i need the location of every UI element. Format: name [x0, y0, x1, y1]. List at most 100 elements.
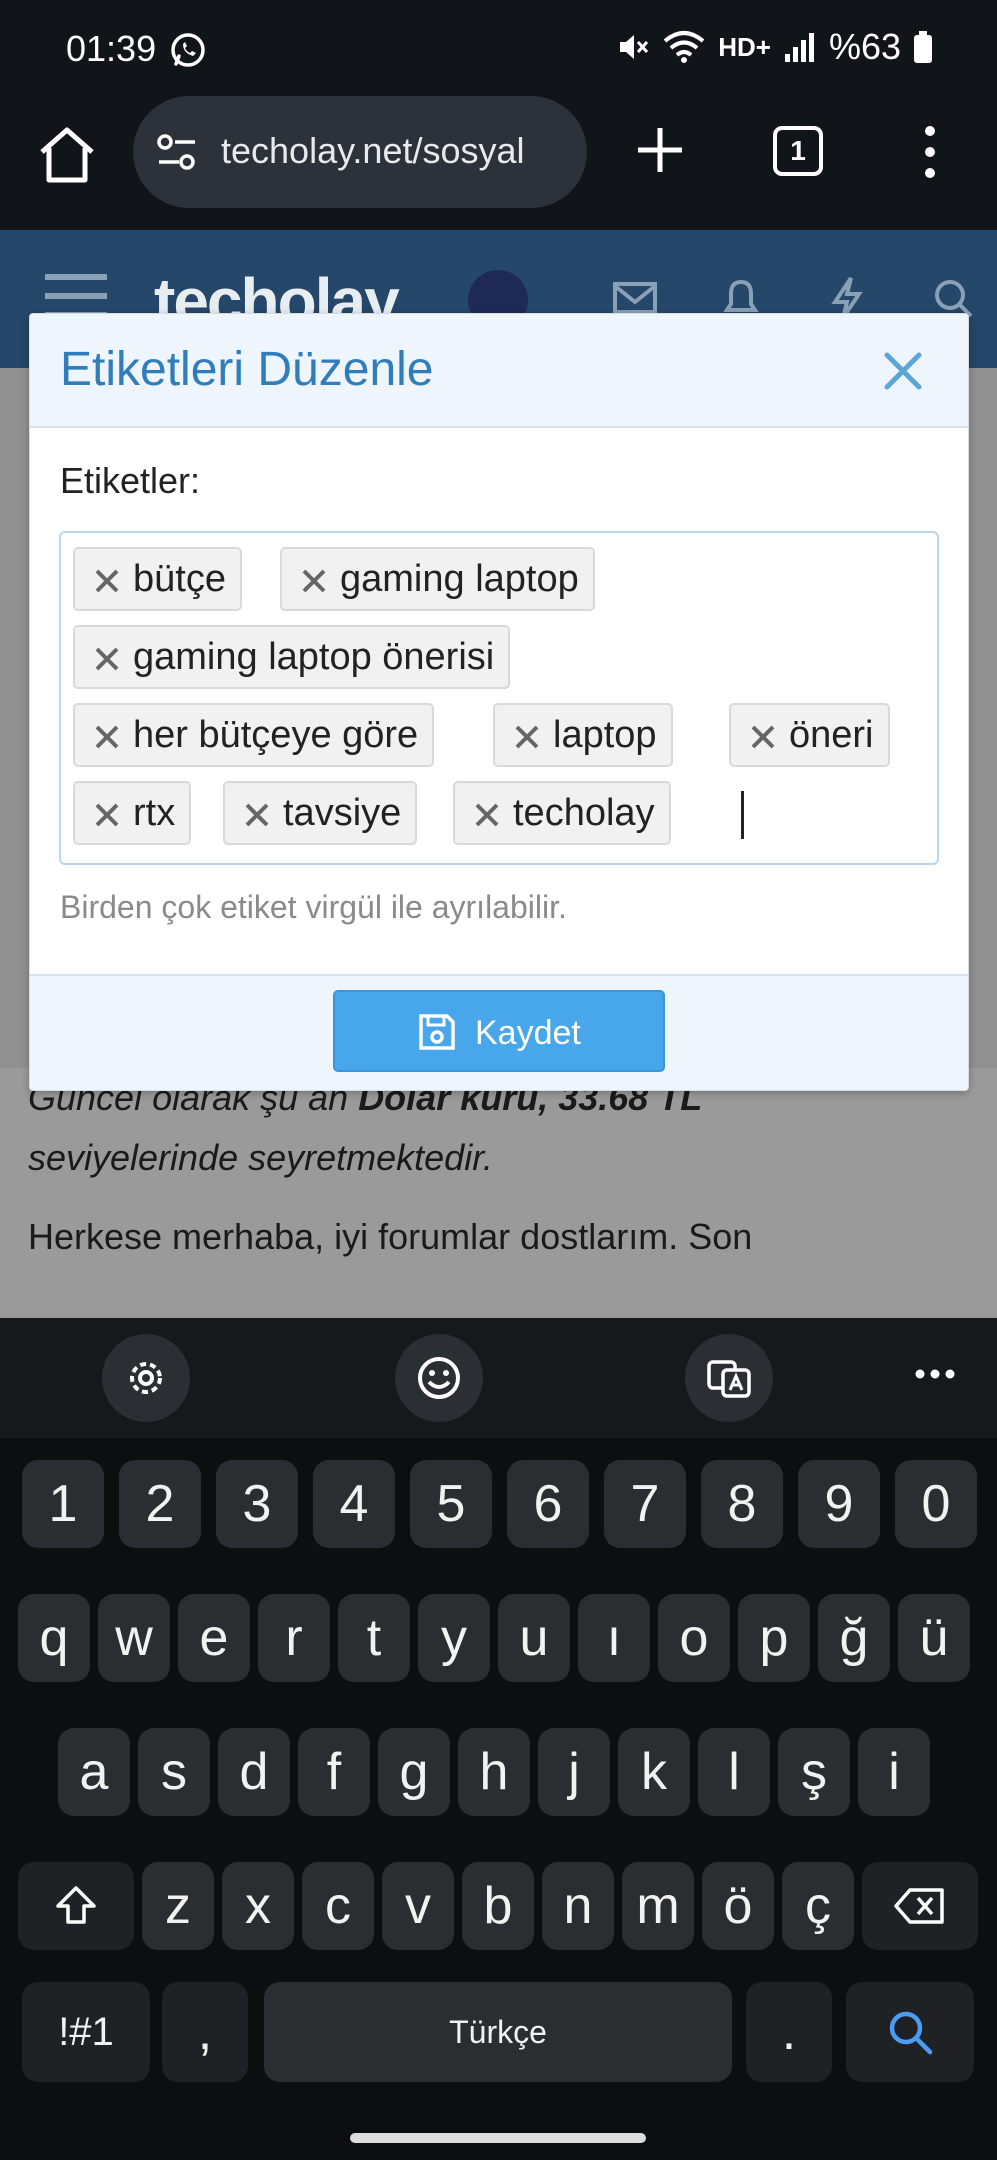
edit-tags-dialog: Etiketleri Düzenle Etiketler: bütçe gami… — [29, 313, 969, 1091]
backspace-icon — [894, 1888, 944, 1924]
backspace-key[interactable] — [862, 1862, 978, 1950]
key[interactable]: 0 — [895, 1460, 977, 1548]
emoji-icon — [418, 1357, 460, 1399]
remove-tag-icon[interactable] — [93, 723, 121, 751]
tag-label: laptop — [553, 714, 657, 756]
key[interactable]: y — [418, 1594, 490, 1682]
key[interactable]: v — [382, 1862, 454, 1950]
key[interactable]: p — [738, 1594, 810, 1682]
key[interactable]: ı — [578, 1594, 650, 1682]
key[interactable]: 6 — [507, 1460, 589, 1548]
key[interactable]: e — [178, 1594, 250, 1682]
article-paragraph: Herkese merhaba, iyi forumlar dostlarım.… — [28, 1216, 753, 1257]
key[interactable]: w — [98, 1594, 170, 1682]
key[interactable]: 3 — [216, 1460, 298, 1548]
key[interactable]: ö — [702, 1862, 774, 1950]
remove-tag-icon[interactable] — [93, 801, 121, 829]
key[interactable]: t — [338, 1594, 410, 1682]
tag-chip[interactable]: rtx — [73, 781, 192, 845]
tag-chip[interactable]: laptop — [493, 703, 673, 767]
key[interactable]: o — [658, 1594, 730, 1682]
key[interactable]: h — [458, 1728, 530, 1816]
remove-tag-icon[interactable] — [473, 801, 501, 829]
signal-icon — [784, 33, 814, 62]
home-indicator[interactable] — [350, 2133, 646, 2143]
key[interactable]: r — [258, 1594, 330, 1682]
tag-label: gaming laptop önerisi — [133, 636, 495, 678]
key[interactable]: ğ — [818, 1594, 890, 1682]
keyboard-toolbar — [0, 1318, 997, 1438]
remove-tag-icon[interactable] — [93, 645, 121, 673]
search-key[interactable] — [846, 1982, 974, 2082]
key[interactable]: 5 — [410, 1460, 492, 1548]
url-text: techolay.net/sosyal — [221, 130, 525, 171]
tag-label: rtx — [133, 792, 176, 834]
translate-button[interactable] — [685, 1334, 773, 1422]
save-button[interactable]: Kaydet — [333, 990, 665, 1072]
remove-tag-icon[interactable] — [749, 723, 777, 751]
key[interactable]: ş — [778, 1728, 850, 1816]
address-bar[interactable]: techolay.net/sosyal — [133, 96, 587, 208]
key[interactable]: 4 — [313, 1460, 395, 1548]
key[interactable]: u — [498, 1594, 570, 1682]
key[interactable]: z — [142, 1862, 214, 1950]
remove-tag-icon[interactable] — [513, 723, 541, 751]
new-tab-icon[interactable] — [634, 124, 686, 176]
close-icon[interactable] — [882, 350, 924, 392]
browser-toolbar: techolay.net/sosyal 1 — [0, 96, 997, 230]
key[interactable]: ç — [782, 1862, 854, 1950]
key[interactable]: s — [138, 1728, 210, 1816]
key[interactable]: x — [222, 1862, 294, 1950]
key[interactable]: c — [302, 1862, 374, 1950]
key[interactable]: j — [538, 1728, 610, 1816]
tag-chip[interactable]: bütçe — [73, 547, 242, 611]
tag-chip[interactable]: tavsiye — [223, 781, 418, 845]
key[interactable]: 1 — [22, 1460, 104, 1548]
more-options-icon[interactable] — [918, 124, 942, 180]
shift-key[interactable] — [18, 1862, 134, 1950]
tag-chip[interactable]: gaming laptop — [280, 547, 595, 611]
key[interactable]: d — [218, 1728, 290, 1816]
more-icon[interactable] — [914, 1368, 956, 1380]
tab-switcher-button[interactable]: 1 — [773, 126, 823, 176]
comma-key[interactable]: , — [162, 1982, 248, 2082]
tag-chip[interactable]: gaming laptop önerisi — [73, 625, 511, 689]
key[interactable]: b — [462, 1862, 534, 1950]
key[interactable]: 9 — [798, 1460, 880, 1548]
key[interactable]: q — [18, 1594, 90, 1682]
key[interactable]: n — [542, 1862, 614, 1950]
symbols-key[interactable]: !#1 — [22, 1982, 150, 2082]
key[interactable]: ü — [898, 1594, 970, 1682]
key[interactable]: l — [698, 1728, 770, 1816]
keyboard-settings-button[interactable] — [102, 1334, 190, 1422]
tags-input[interactable]: bütçe gaming laptop gaming laptop öneris… — [59, 531, 939, 865]
period-key[interactable]: . — [746, 1982, 832, 2082]
remove-tag-icon[interactable] — [300, 567, 328, 595]
remove-tag-icon[interactable] — [243, 801, 271, 829]
key[interactable]: 8 — [701, 1460, 783, 1548]
key[interactable]: 2 — [119, 1460, 201, 1548]
emoji-button[interactable] — [395, 1334, 483, 1422]
key[interactable]: a — [58, 1728, 130, 1816]
space-key[interactable]: Türkçe — [264, 1982, 732, 2082]
key[interactable]: k — [618, 1728, 690, 1816]
battery-icon — [914, 31, 932, 63]
key[interactable]: i — [858, 1728, 930, 1816]
tag-chip[interactable]: öneri — [729, 703, 890, 767]
tag-chip[interactable]: her bütçeye göre — [73, 703, 435, 767]
mute-icon — [620, 35, 649, 59]
status-time: 01:39 — [66, 28, 157, 69]
wifi-icon — [663, 31, 705, 63]
remove-tag-icon[interactable] — [93, 567, 121, 595]
tag-label: öneri — [789, 714, 874, 756]
home-icon[interactable] — [36, 124, 98, 186]
tag-label: tavsiye — [283, 792, 402, 834]
key[interactable]: f — [298, 1728, 370, 1816]
article-line-2: seviyelerinde seyretmektedir. — [28, 1137, 493, 1178]
whatsapp-icon — [171, 33, 205, 67]
site-settings-icon[interactable] — [155, 132, 199, 172]
tag-chip[interactable]: techolay — [453, 781, 671, 845]
key[interactable]: 7 — [604, 1460, 686, 1548]
key[interactable]: g — [378, 1728, 450, 1816]
key[interactable]: m — [622, 1862, 694, 1950]
